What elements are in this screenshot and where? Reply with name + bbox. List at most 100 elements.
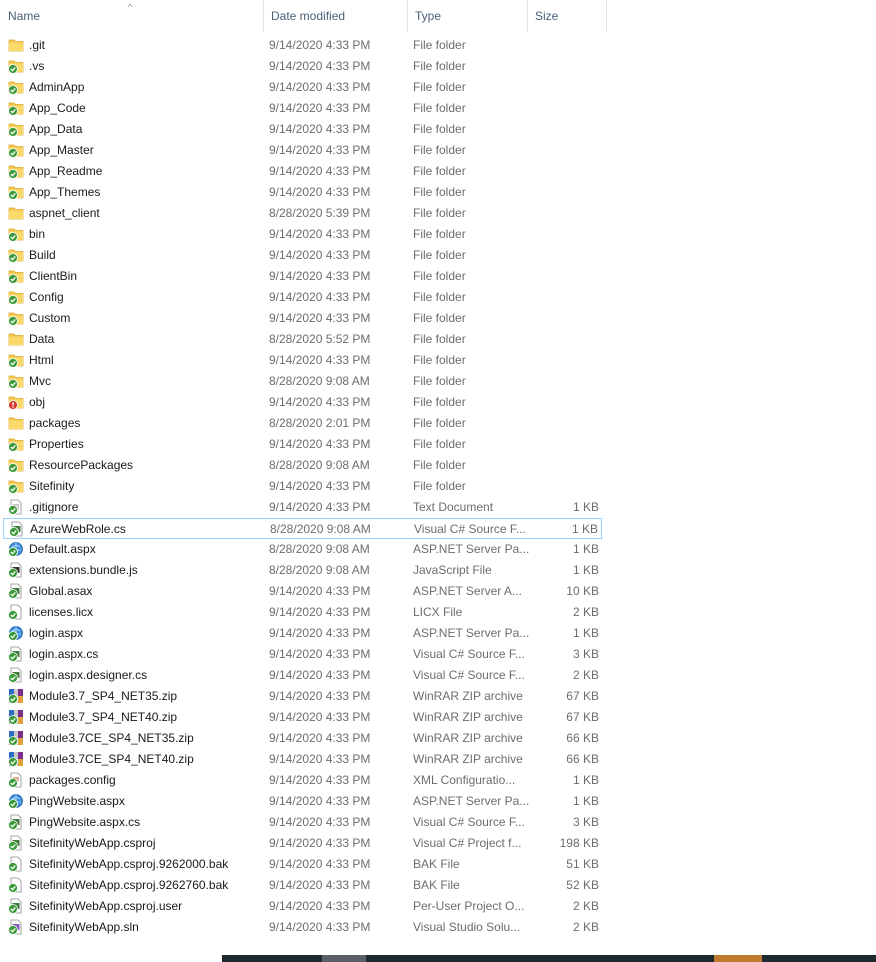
file-row[interactable]: AdminApp 9/14/2020 4:33 PM File folder: [3, 77, 602, 98]
file-size: 66 KB: [566, 731, 599, 745]
column-header-type[interactable]: Type: [407, 0, 527, 32]
taskbar-app-button[interactable]: [322, 955, 366, 962]
file-row[interactable]: PingWebsite.aspx.cs 9/14/2020 4:33 PM Visu…: [3, 812, 602, 833]
file-row[interactable]: Custom 9/14/2020 4:33 PM File folder: [3, 308, 602, 329]
file-row[interactable]: Module3.7_SP4_NET40.zip 9/14/2020 4:33 PM…: [3, 707, 602, 728]
file-row[interactable]: Global.asax 9/14/2020 4:33 PM ASP.NET Serv…: [3, 581, 602, 602]
file-row[interactable]: ClientBin 9/14/2020 4:33 PM File folder: [3, 266, 602, 287]
file-date: 9/14/2020 4:33 PM: [269, 395, 371, 409]
file-date: 9/14/2020 4:33 PM: [269, 626, 371, 640]
file-date: 9/14/2020 4:33 PM: [269, 878, 371, 892]
file-name: packages: [29, 416, 81, 430]
file-date: 9/14/2020 4:33 PM: [269, 794, 371, 808]
folder-icon: [8, 480, 24, 494]
taskbar-app-button-active[interactable]: [714, 955, 762, 962]
file-row[interactable]: Html 9/14/2020 4:33 PM File folder: [3, 350, 602, 371]
file-row[interactable]: AzureWebRole.cs 8/28/2020 9:08 AM Visual C…: [3, 518, 602, 539]
file-date: 9/14/2020 4:33 PM: [269, 80, 371, 94]
file-row[interactable]: SitefinityWebApp.csproj.9262000.bak 9/14/…: [3, 854, 602, 875]
file-row[interactable]: extensions.bundle.js 8/28/2020 9:08 AM Jav…: [3, 560, 602, 581]
file-name: App_Code: [29, 101, 86, 115]
file-row[interactable]: PingWebsite.aspx 9/14/2020 4:33 PM ASP.NET…: [3, 791, 602, 812]
file-name: Html: [29, 353, 54, 367]
file-row[interactable]: ResourcePackages 8/28/2020 9:08 AM File fo…: [3, 455, 602, 476]
file-date: 9/14/2020 4:33 PM: [269, 815, 371, 829]
code-file-icon: [9, 521, 23, 537]
file-row[interactable]: bin 9/14/2020 4:33 PM File folder: [3, 224, 602, 245]
column-header-date-label: Date modified: [271, 9, 346, 23]
file-row[interactable]: Data 8/28/2020 5:52 PM File folder: [3, 329, 602, 350]
file-row[interactable]: obj 9/14/2020 4:33 PM File folder: [3, 392, 602, 413]
file-type: WinRAR ZIP archive: [413, 710, 523, 724]
file-date: 9/14/2020 4:33 PM: [269, 437, 371, 451]
file-row[interactable]: Module3.7CE_SP4_NET35.zip 9/14/2020 4:33 …: [3, 728, 602, 749]
text-file-icon: [8, 499, 22, 515]
file-row[interactable]: Properties 9/14/2020 4:33 PM File folder: [3, 434, 602, 455]
file-row[interactable]: login.aspx 9/14/2020 4:33 PM ASP.NET Serve…: [3, 623, 602, 644]
taskbar-strip: [0, 955, 876, 962]
file-row[interactable]: Module3.7_SP4_NET35.zip 9/14/2020 4:33 PM…: [3, 686, 602, 707]
file-size: 1 KB: [572, 626, 599, 640]
file-type: File folder: [413, 458, 466, 472]
file-type: File folder: [413, 332, 466, 346]
file-date: 9/14/2020 4:33 PM: [269, 290, 371, 304]
file-date: 8/28/2020 9:08 AM: [269, 542, 370, 556]
folder-icon: [8, 396, 24, 410]
file-row[interactable]: packages.config 9/14/2020 4:33 PM XML Conf…: [3, 770, 602, 791]
file-row[interactable]: App_Data 9/14/2020 4:33 PM File folder: [3, 119, 602, 140]
file-type: File folder: [413, 416, 466, 430]
file-type: File folder: [413, 227, 466, 241]
file-row[interactable]: .gitignore 9/14/2020 4:33 PM Text Document…: [3, 497, 602, 518]
file-row[interactable]: Build 9/14/2020 4:33 PM File folder: [3, 245, 602, 266]
column-header-name[interactable]: Name ^: [1, 0, 263, 32]
folder-icon: [8, 333, 24, 346]
file-name: packages.config: [29, 773, 116, 787]
file-row[interactable]: App_Master 9/14/2020 4:33 PM File folder: [3, 140, 602, 161]
file-row[interactable]: Module3.7CE_SP4_NET40.zip 9/14/2020 4:33 …: [3, 749, 602, 770]
file-name: App_Data: [29, 122, 83, 136]
file-type: File folder: [413, 374, 466, 388]
file-row[interactable]: login.aspx.cs 9/14/2020 4:33 PM Visual C# …: [3, 644, 602, 665]
file-type: ASP.NET Server Pa...: [413, 626, 530, 640]
folder-icon: [8, 186, 24, 200]
file-row[interactable]: SitefinityWebApp.csproj.9262760.bak 9/14/…: [3, 875, 602, 896]
file-type: File folder: [413, 122, 466, 136]
blank-file-icon: [8, 856, 22, 872]
file-name: login.aspx.cs: [29, 647, 99, 661]
file-date: 9/14/2020 4:33 PM: [269, 185, 371, 199]
file-date: 9/14/2020 4:33 PM: [269, 122, 371, 136]
file-date: 9/14/2020 4:33 PM: [269, 920, 371, 934]
file-size: 52 KB: [566, 878, 599, 892]
file-row[interactable]: Config 9/14/2020 4:33 PM File folder: [3, 287, 602, 308]
folder-icon: [8, 312, 24, 326]
file-name: Default.aspx: [29, 542, 96, 556]
file-row[interactable]: .git 9/14/2020 4:33 PM File folder: [3, 35, 602, 56]
file-row[interactable]: SitefinityWebApp.csproj.user 9/14/2020 4:…: [3, 896, 602, 917]
file-row[interactable]: packages 8/28/2020 2:01 PM File folder: [3, 413, 602, 434]
file-row[interactable]: SitefinityWebApp.sln 9/14/2020 4:33 PM Vis…: [3, 917, 602, 938]
file-date: 8/28/2020 9:08 AM: [270, 522, 371, 536]
file-row[interactable]: Mvc 8/28/2020 9:08 AM File folder: [3, 371, 602, 392]
file-row[interactable]: login.aspx.designer.cs 9/14/2020 4:33 PM V…: [3, 665, 602, 686]
file-name: SitefinityWebApp.sln: [29, 920, 139, 934]
folder-icon: [8, 39, 24, 52]
file-row[interactable]: SitefinityWebApp.csproj 9/14/2020 4:33 PM…: [3, 833, 602, 854]
file-date: 9/14/2020 4:33 PM: [269, 731, 371, 745]
file-row[interactable]: App_Themes 9/14/2020 4:33 PM File folder: [3, 182, 602, 203]
column-header-size[interactable]: Size: [527, 0, 607, 32]
file-row[interactable]: App_Readme 9/14/2020 4:33 PM File folder: [3, 161, 602, 182]
file-size: 67 KB: [566, 710, 599, 724]
file-row[interactable]: licenses.licx 9/14/2020 4:33 PM LICX File 2…: [3, 602, 602, 623]
file-row[interactable]: Sitefinity 9/14/2020 4:33 PM File folder: [3, 476, 602, 497]
file-row[interactable]: App_Code 9/14/2020 4:33 PM File folder: [3, 98, 602, 119]
file-size: 51 KB: [566, 857, 599, 871]
folder-icon: [8, 417, 24, 430]
file-row[interactable]: aspnet_client 8/28/2020 5:39 PM File folde…: [3, 203, 602, 224]
file-row[interactable]: Default.aspx 8/28/2020 9:08 AM ASP.NET Ser…: [3, 539, 602, 560]
file-row[interactable]: .vs 9/14/2020 4:33 PM File folder: [3, 56, 602, 77]
file-size: 198 KB: [559, 836, 599, 850]
column-header-date[interactable]: Date modified: [263, 0, 407, 32]
file-size: 67 KB: [566, 689, 599, 703]
file-name: PingWebsite.aspx: [29, 794, 125, 808]
file-name: Build: [29, 248, 56, 262]
